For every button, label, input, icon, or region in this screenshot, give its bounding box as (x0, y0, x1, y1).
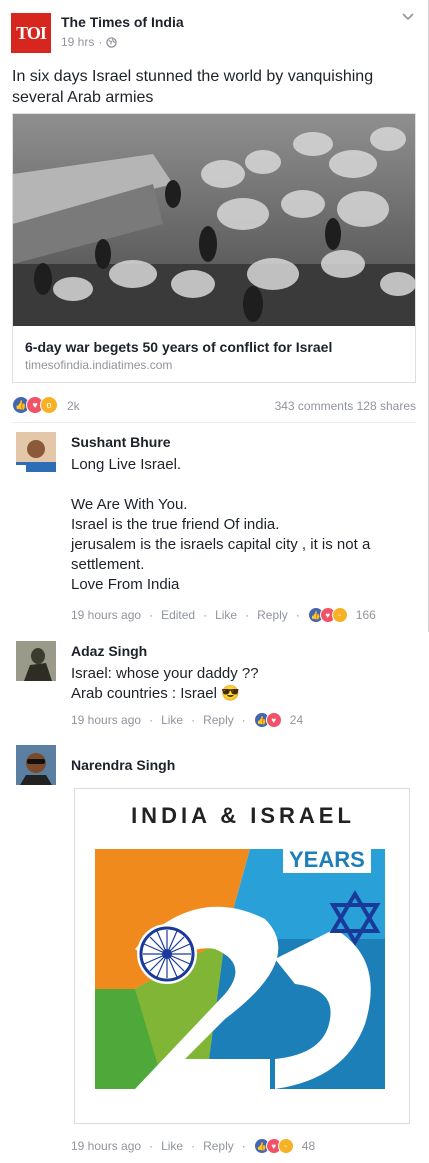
haha-reaction-icon: ᵕ (331, 607, 348, 623)
reply-button[interactable]: Reply (203, 1139, 234, 1153)
avatar[interactable] (16, 641, 56, 681)
chevron-down-icon[interactable] (401, 10, 415, 24)
link-domain: timesofindia.indiatimes.com (25, 358, 173, 372)
anniversary-graphic (95, 849, 385, 1089)
comment-time[interactable]: 19 hours ago (71, 608, 141, 622)
post-time[interactable]: 19 hrs (61, 35, 94, 49)
haha-reaction-icon: ᵕ (277, 1138, 294, 1154)
love-reaction-icon: ♥ (265, 712, 282, 728)
like-button[interactable]: Like (161, 1139, 183, 1153)
comment-author[interactable]: Adaz Singh (71, 643, 147, 659)
banner-years: YEARS (283, 847, 371, 873)
post-meta: 19 hrs · (61, 35, 118, 49)
wow-reaction-icon: o (40, 396, 58, 414)
comment-reaction-icons[interactable]: 👍 ♥ ᵕ (253, 1138, 294, 1154)
comment-time[interactable]: 19 hours ago (71, 713, 141, 727)
avatar-photo (16, 641, 56, 681)
avatar-photo (16, 745, 56, 785)
comment-text: Long Live Israel. We Are With You. Israe… (71, 456, 371, 593)
reply-button[interactable]: Reply (257, 608, 288, 622)
reaction-count[interactable]: 2k (67, 399, 80, 413)
comment-image[interactable]: INDIA & ISRAEL YEARS 25 (74, 788, 410, 1124)
edited-label[interactable]: Edited (161, 608, 195, 622)
avatar[interactable] (16, 745, 56, 785)
link-preview-image[interactable] (13, 114, 415, 326)
war-photo (13, 114, 415, 326)
comment-actions: 19 hours ago · Like · Reply · 👍 ♥ 24 (71, 712, 304, 728)
banner-number: 25 (75, 789, 76, 790)
meta-dot: · (98, 35, 103, 49)
page-name[interactable]: The Times of India (61, 14, 184, 30)
comments-count[interactable]: 343 comments (275, 399, 354, 413)
comment-share-counts: 343 comments 128 shares (275, 399, 416, 413)
comment-reaction-icons[interactable]: 👍 ♥ (253, 712, 282, 728)
reply-button[interactable]: Reply (203, 713, 234, 727)
reactions-bar: 👍 ♥ o 2k 343 comments 128 shares (12, 396, 416, 416)
shares-count[interactable]: 128 shares (357, 399, 416, 413)
comment-actions: 19 hours ago · Edited · Like · Reply · 👍… (71, 607, 376, 623)
link-title[interactable]: 6-day war begets 50 years of conflict fo… (25, 339, 332, 355)
like-button[interactable]: Like (161, 713, 183, 727)
like-button[interactable]: Like (215, 608, 237, 622)
reaction-icons[interactable]: 👍 ♥ o (12, 396, 58, 414)
comment-author[interactable]: Narendra Singh (71, 757, 175, 773)
comment-reaction-count[interactable]: 166 (356, 608, 376, 622)
comment-time[interactable]: 19 hours ago (71, 1139, 141, 1153)
avatar-photo (16, 432, 56, 472)
link-preview-card[interactable]: 6-day war begets 50 years of conflict fo… (12, 113, 416, 383)
post-header: TOI The Times of India 19 hrs · (0, 0, 429, 60)
avatar[interactable] (16, 432, 56, 472)
comment-text: Israel: whose your daddy ?? Arab countri… (71, 665, 259, 702)
comment-reaction-count[interactable]: 48 (302, 1139, 315, 1153)
divider (12, 422, 416, 423)
comment-reaction-count[interactable]: 24 (290, 713, 303, 727)
comment-actions: 19 hours ago · Like · Reply · 👍 ♥ ᵕ 48 (71, 1138, 316, 1154)
globe-icon (106, 36, 118, 48)
page-avatar[interactable]: TOI (11, 13, 51, 53)
comment-reaction-icons[interactable]: 👍 ♥ ᵕ (307, 607, 348, 623)
post-text: In six days Israel stunned the world by … (12, 68, 374, 106)
comment-author[interactable]: Sushant Bhure (71, 434, 171, 450)
